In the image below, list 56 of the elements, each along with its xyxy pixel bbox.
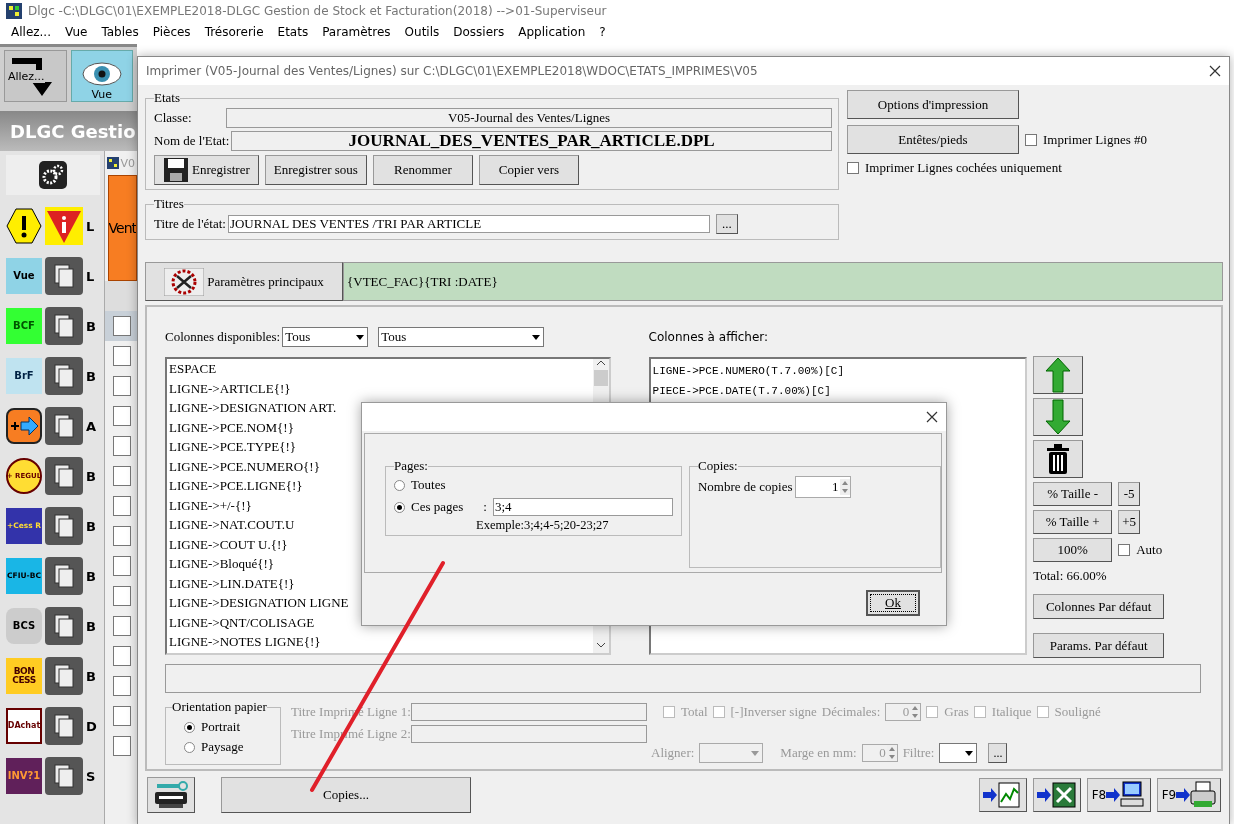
field-label: Décimales: — [821, 704, 881, 720]
item-label: B — [86, 368, 96, 384]
checkbox-label: Imprimer Lignes cochées uniquement — [865, 160, 1062, 176]
item-label: B — [86, 318, 96, 334]
group-label: Etats — [154, 90, 180, 106]
item-label: B — [86, 568, 96, 584]
item-label: D — [86, 718, 97, 734]
field-label: Classe: — [154, 110, 193, 126]
group-label: Copies: — [698, 458, 738, 474]
radio-label: Ces pages — [411, 499, 464, 515]
checkbox-label: Gras — [944, 704, 969, 720]
group-label: Pages: — [394, 458, 428, 474]
icon-label: DAchat — [6, 708, 42, 744]
total-label: Total: 66.00% — [1033, 568, 1108, 585]
field-label: Marge en mm: — [780, 745, 857, 761]
icon-label: INV?1 — [6, 758, 42, 794]
field-label: Aligner: — [651, 745, 695, 761]
field-label: Colonnes à afficher: — [648, 330, 769, 344]
field-label: Titre de l'état: — [154, 216, 226, 232]
icon-label: Vue — [6, 258, 42, 294]
radio-label: Portrait — [201, 719, 240, 735]
field-label: Filtre: — [902, 745, 935, 761]
radio-label: Paysage — [201, 739, 244, 755]
window-title: Imprimer (V05-Journal des Ventes/Lignes) sur C:\DLGC\01\EXEMPLE2018\WDOC\ETATS_IMPRIMES\V05 — [146, 64, 758, 78]
checkbox-label: Auto — [1136, 542, 1163, 559]
group-label: Titres — [154, 196, 184, 212]
window-title: V0 — [120, 156, 136, 170]
item-label: B — [86, 468, 96, 484]
icon-label: BCS — [6, 608, 42, 644]
icon-label: BCF — [6, 308, 42, 344]
field-label: Colonnes disponibles: — [165, 329, 281, 345]
checkbox-label: Souligné — [1054, 704, 1101, 720]
item-label: B — [86, 618, 96, 634]
checkbox-label: Italique — [991, 704, 1032, 720]
window-title: Dlgc -C:\DLGC\01\EXEMPLE2018-DLGC Gestion de Stock et Facturation(2018) -->01-Superviseur — [28, 4, 607, 18]
checkbox-label: Imprimer Lignes #0 — [1043, 131, 1147, 148]
checkbox-label: Total — [681, 704, 708, 720]
icon-label: BrF — [6, 358, 42, 394]
checkbox-label: [-]Inverser signe — [730, 704, 817, 720]
item-label: B — [86, 668, 96, 684]
separator-text: : — [483, 499, 487, 515]
example-text: Exemple:3;4;4-5;20-23;27 — [475, 518, 610, 533]
field-label: Nom de l'Etat: — [154, 133, 230, 149]
item-label: L — [86, 218, 95, 234]
item-label: L — [86, 268, 95, 284]
app-banner: DLGC Gestio — [0, 111, 137, 151]
field-label: Nombre de copies — [698, 479, 793, 495]
parameters-field: {VTEC_FAC}{TRI :DATE} — [343, 262, 1223, 301]
item-label: B — [86, 518, 96, 534]
radio-label: Toutes — [411, 477, 446, 493]
item-label: S — [86, 768, 96, 784]
icon-label: BON CESS — [6, 658, 42, 694]
item-label: A — [86, 418, 97, 434]
class-field: V05-Journal des Ventes/Lignes — [226, 108, 832, 128]
report-name-field: JOURNAL_DES_VENTES_PAR_ARTICLE.DPL — [231, 131, 832, 151]
group-label: Orientation papier — [172, 699, 267, 715]
